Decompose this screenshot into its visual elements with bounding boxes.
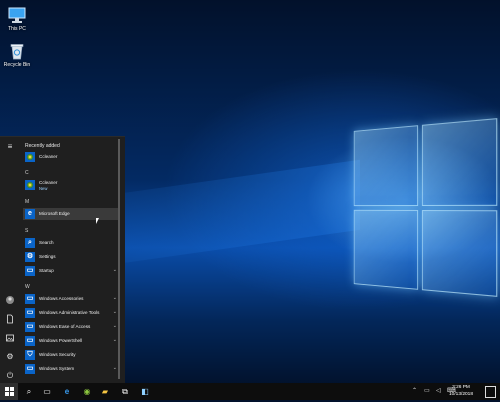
app-label: Windows Ease of Access	[39, 324, 91, 329]
power-icon[interactable]: ⏻	[5, 371, 15, 381]
pictures-icon[interactable]	[5, 333, 15, 343]
app-item-ccleaner-recent[interactable]: Ccleaner	[23, 151, 119, 163]
search-icon: ⌕	[26, 387, 32, 396]
volume-icon[interactable]: ◁	[436, 383, 441, 400]
file-explorer-icon: ▰	[101, 387, 109, 396]
folder-icon: ▭	[25, 266, 35, 276]
app-label: Windows Security	[39, 352, 76, 357]
hamburger-icon[interactable]: ≡	[5, 142, 15, 152]
gear-icon: ⚙	[25, 252, 35, 262]
section-letter-s[interactable]: S	[25, 228, 28, 234]
taskbar-clock[interactable]: 3:26 PM 10/13/2018	[444, 384, 478, 398]
gear-icon[interactable]: ⚙	[5, 352, 15, 362]
ccleaner-icon: ◉	[83, 387, 91, 396]
start-menu: ≡ ⚙ ⏻ Recently added Ccleaner C Ccleaner…	[0, 136, 125, 384]
chevron-down-icon: ⌄	[112, 295, 117, 301]
app-label: Windows PowerShell	[39, 338, 83, 343]
action-center-icon[interactable]	[485, 386, 496, 398]
taskbar-app-button[interactable]: ◧	[136, 383, 154, 400]
folder-icon: ▭	[25, 336, 35, 346]
app-item-windows-security[interactable]: ⛉ Windows Security	[23, 349, 119, 361]
app-item-windows-powershell[interactable]: ▭ Windows PowerShell ⌄	[23, 335, 119, 347]
app-item-microsoft-edge[interactable]: e Microsoft Edge	[23, 208, 119, 220]
shield-icon: ⛉	[25, 350, 35, 360]
section-letter-m[interactable]: M	[25, 199, 29, 205]
app-item-windows-accessories[interactable]: ▭ Windows Accessories ⌄	[23, 293, 119, 305]
tray-show-hidden-icon[interactable]: ⌃	[412, 383, 417, 400]
taskbar: ⌕ ▭ e ◉ ▰ ⧉ ◧ ⌃ ▭ ◁ ⌨ 3:26 PM 10/13/2018	[0, 383, 500, 400]
app-label: Startup	[39, 268, 54, 273]
app-list-scrollbar[interactable]	[118, 139, 120, 379]
section-letter-w[interactable]: W	[25, 284, 30, 290]
taskbar-edge-button[interactable]: e	[58, 383, 76, 400]
app-label: Windows Accessories	[39, 296, 84, 301]
folder-icon: ▭	[25, 322, 35, 332]
folder-icon: ▭	[25, 308, 35, 318]
chevron-down-icon: ⌄	[112, 323, 117, 329]
network-icon[interactable]: ▭	[424, 383, 430, 400]
taskbar-ccleaner-button[interactable]: ◉	[78, 383, 96, 400]
app-item-windows-system[interactable]: ▭ Windows System ⌄	[23, 363, 119, 375]
app-list: Recently added Ccleaner C Ccleaner New M…	[20, 137, 120, 384]
user-icon[interactable]	[5, 295, 15, 305]
new-badge: New	[39, 186, 48, 191]
clock-time: 3:26 PM	[452, 385, 470, 390]
app-label: Windows System	[39, 366, 75, 371]
chevron-down-icon: ⌄	[112, 309, 117, 315]
task-view-button[interactable]: ▭	[38, 383, 56, 400]
start-button[interactable]	[0, 383, 18, 400]
taskbar-store-button[interactable]: ⧉	[116, 383, 134, 400]
section-letter-c[interactable]: C	[25, 170, 29, 176]
folder-icon: ▭	[25, 364, 35, 374]
app-label: Search	[39, 240, 54, 245]
app-icon: ◧	[141, 387, 149, 396]
app-item-startup[interactable]: ▭ Startup ⌄	[23, 265, 119, 277]
wallpaper-windows-logo	[353, 118, 498, 297]
app-item-windows-ease-of-access[interactable]: ▭ Windows Ease of Access ⌄	[23, 321, 119, 333]
taskbar-search-button[interactable]: ⌕	[20, 383, 38, 400]
app-item-search[interactable]: ⌕ Search	[23, 237, 119, 249]
app-label: Ccleaner	[39, 154, 58, 159]
app-item-settings[interactable]: ⚙ Settings	[23, 251, 119, 263]
start-menu-rail: ≡ ⚙ ⏻	[0, 137, 20, 384]
chevron-down-icon: ⌄	[112, 267, 117, 273]
app-label: Ccleaner	[39, 180, 58, 185]
desktop-icon-recycle-bin[interactable]: Recycle Bin	[0, 42, 34, 68]
folder-icon: ▭	[25, 294, 35, 304]
desktop-icon-label: Recycle Bin	[3, 62, 31, 68]
computer-icon	[7, 6, 27, 24]
app-item-windows-administrative-tools[interactable]: ▭ Windows Administrative Tools ⌄	[23, 307, 119, 319]
search-icon: ⌕	[25, 238, 35, 248]
taskbar-file-explorer-button[interactable]: ▰	[96, 383, 114, 400]
recycle-bin-icon	[7, 42, 27, 60]
chevron-down-icon: ⌄	[112, 365, 117, 371]
section-header-recently-added: Recently added	[25, 143, 60, 149]
document-icon[interactable]	[5, 314, 15, 324]
desktop-icon-label: This PC	[8, 26, 26, 32]
start-icon	[4, 387, 14, 396]
ccleaner-icon	[25, 152, 35, 162]
ccleaner-icon	[25, 180, 35, 190]
task-view-icon: ▭	[43, 387, 51, 396]
store-icon: ⧉	[122, 387, 128, 396]
app-item-ccleaner[interactable]: Ccleaner New	[23, 179, 119, 191]
app-label: Microsoft Edge	[39, 211, 70, 216]
chevron-down-icon: ⌄	[112, 337, 117, 343]
desktop-icon-this-pc[interactable]: This PC	[0, 6, 34, 32]
clock-date: 10/13/2018	[448, 392, 473, 397]
mouse-cursor-icon	[96, 218, 99, 224]
edge-icon: e	[25, 209, 35, 219]
edge-icon: e	[64, 387, 70, 396]
app-label: Windows Administrative Tools	[39, 310, 100, 315]
app-label: Settings	[39, 254, 56, 259]
